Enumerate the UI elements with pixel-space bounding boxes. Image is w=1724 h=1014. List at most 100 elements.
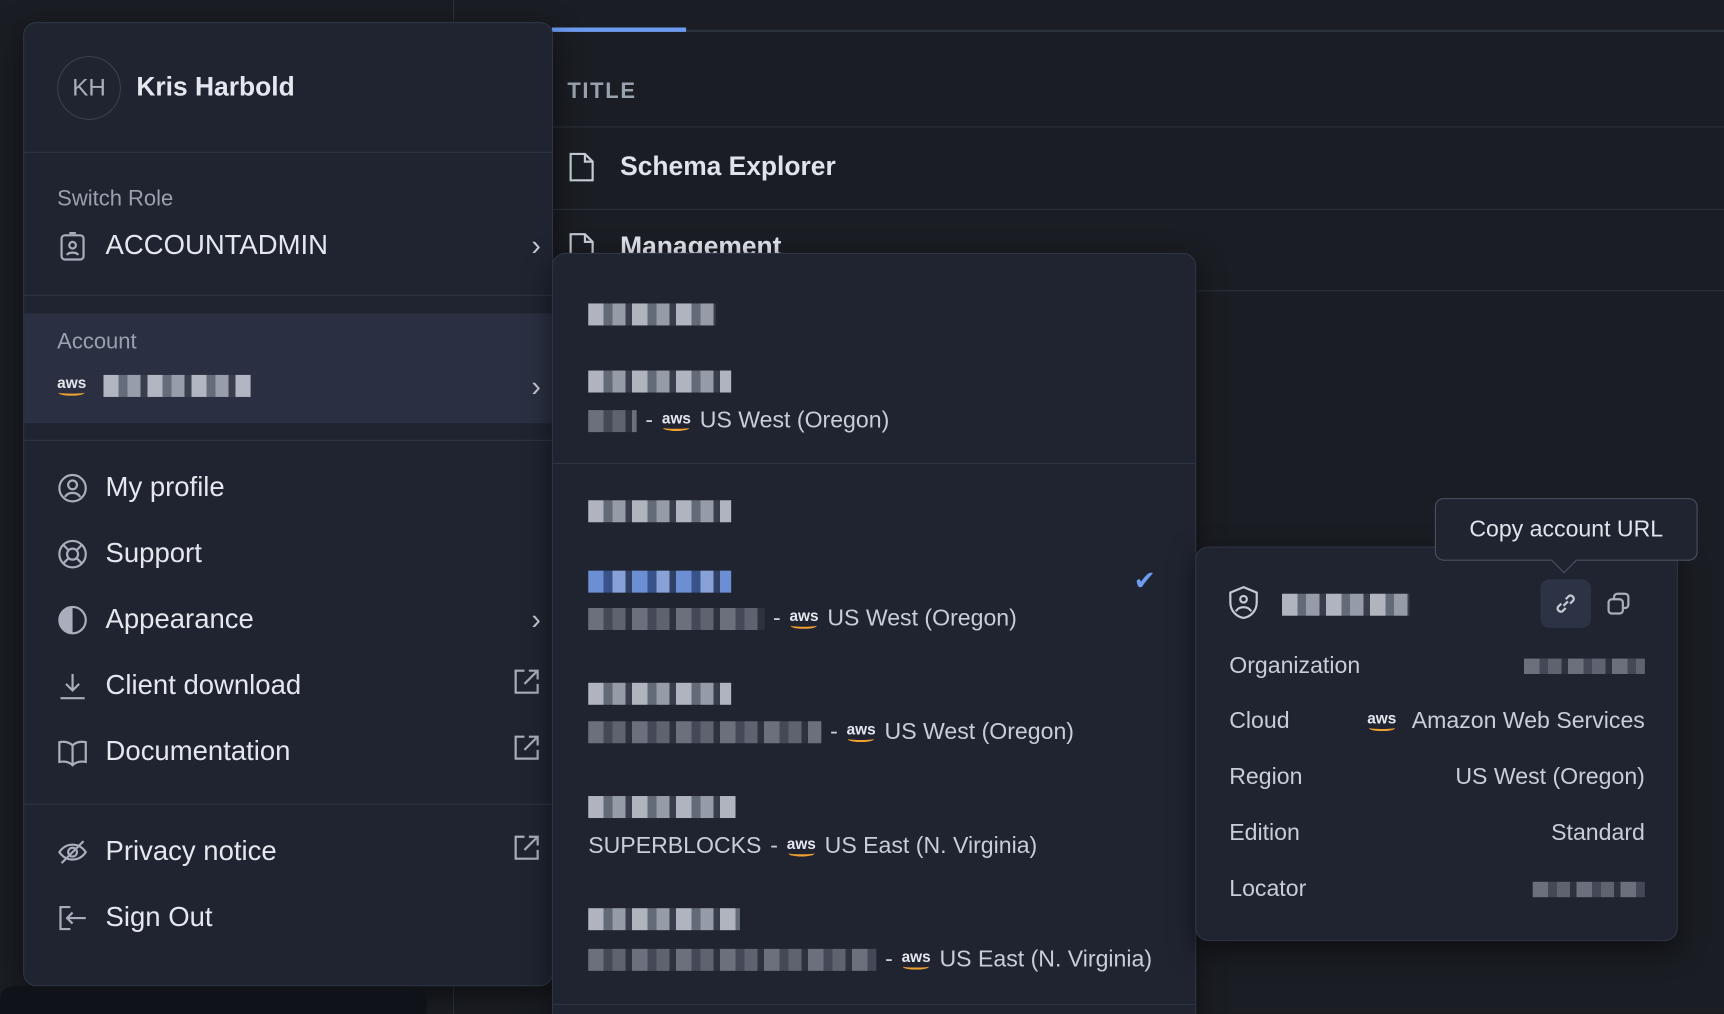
eye-off-icon bbox=[57, 836, 88, 867]
copy-icon bbox=[1607, 592, 1630, 615]
account-selector[interactable]: Account aws › bbox=[24, 313, 552, 424]
external-link-icon bbox=[512, 733, 541, 769]
link-icon bbox=[1556, 594, 1575, 613]
account-list: - aws US West (Oregon) ✔ - aws US West (Or… bbox=[551, 252, 1197, 1014]
redacted-account-name bbox=[1282, 593, 1410, 616]
menu-item-client-download[interactable]: Client download bbox=[57, 669, 539, 702]
account-detail: - aws US West (Oregon) bbox=[588, 719, 1074, 745]
divider bbox=[24, 803, 552, 805]
external-link-icon bbox=[512, 833, 541, 869]
account-region: US East (N. Virginia) bbox=[939, 946, 1153, 972]
field-label: Region bbox=[1229, 764, 1303, 790]
redacted-value bbox=[1532, 881, 1645, 898]
user-menu: KH Kris Harbold Switch Role ACCOUNTADMIN… bbox=[23, 21, 554, 987]
menu-item-appearance[interactable]: Appearance › bbox=[57, 603, 541, 636]
chevron-right-icon: › bbox=[531, 602, 541, 636]
switch-role-label: Switch Role bbox=[57, 186, 174, 212]
chevron-right-icon: › bbox=[531, 228, 541, 262]
field-value: US West (Oregon) bbox=[1455, 764, 1645, 790]
aws-logo-icon: aws bbox=[789, 608, 819, 629]
external-link-icon bbox=[512, 667, 541, 703]
account-option[interactable] bbox=[588, 908, 740, 935]
field-value: Amazon Web Services bbox=[1411, 708, 1645, 734]
account-region: US West (Oregon) bbox=[699, 407, 890, 434]
field-organization: Organization bbox=[1229, 653, 1645, 679]
field-locator: Locator bbox=[1229, 876, 1645, 902]
role-value: ACCOUNTADMIN bbox=[105, 229, 328, 261]
account-value: aws › bbox=[57, 369, 541, 402]
divider bbox=[551, 208, 1724, 211]
download-icon bbox=[57, 670, 88, 701]
active-tab-indicator[interactable] bbox=[551, 27, 687, 32]
divider bbox=[24, 151, 552, 153]
menu-item-label: My profile bbox=[105, 471, 225, 503]
copy-url-button[interactable] bbox=[1540, 579, 1591, 628]
aws-logo-icon: aws bbox=[902, 949, 931, 970]
field-cloud: Cloud aws Amazon Web Services bbox=[1229, 708, 1645, 734]
tab-bar bbox=[551, 29, 1724, 32]
account-option[interactable] bbox=[588, 370, 732, 398]
footer-user-chip[interactable] bbox=[0, 986, 427, 1014]
divider bbox=[24, 294, 552, 296]
menu-item-privacy-notice[interactable]: Privacy notice bbox=[57, 835, 539, 868]
redacted-org bbox=[588, 721, 822, 744]
menu-item-label: Privacy notice bbox=[105, 835, 277, 867]
contrast-icon bbox=[57, 604, 88, 635]
redacted-account-name bbox=[588, 570, 732, 593]
account-region: US East (N. Virginia) bbox=[824, 833, 1038, 859]
menu-item-support[interactable]: Support bbox=[57, 538, 519, 570]
field-label: Locator bbox=[1229, 876, 1307, 902]
divider bbox=[24, 439, 552, 441]
redacted-org bbox=[588, 948, 877, 971]
field-label: Edition bbox=[1229, 820, 1300, 846]
field-label: Cloud bbox=[1229, 708, 1290, 734]
account-region: US West (Oregon) bbox=[827, 605, 1017, 632]
account-option[interactable] bbox=[588, 796, 736, 823]
redacted-org bbox=[588, 608, 765, 631]
menu-item-documentation[interactable]: Documentation bbox=[57, 735, 539, 768]
redacted-account-name bbox=[103, 374, 252, 397]
account-detail: SUPERBLOCKS - aws US East (N. Virginia) bbox=[588, 833, 1038, 859]
account-detail: - aws US East (N. Virginia) bbox=[588, 947, 1152, 973]
table-row[interactable]: Schema Explorer bbox=[567, 152, 836, 183]
switch-role-button[interactable]: ACCOUNTADMIN › bbox=[57, 229, 541, 262]
account-org: SUPERBLOCKS bbox=[588, 833, 762, 859]
account-option-selected[interactable] bbox=[588, 570, 732, 598]
redacted-org-name bbox=[588, 500, 732, 523]
redacted-account-name bbox=[588, 796, 736, 819]
book-icon bbox=[57, 736, 88, 767]
user-circle-icon bbox=[57, 472, 88, 503]
aws-logo-icon: aws bbox=[787, 836, 816, 857]
menu-item-sign-out[interactable]: Sign Out bbox=[57, 902, 519, 934]
avatar: KH bbox=[57, 56, 121, 120]
copy-button[interactable] bbox=[1593, 579, 1644, 627]
menu-item-my-profile[interactable]: My profile bbox=[57, 472, 519, 504]
redacted-account-name bbox=[588, 370, 732, 393]
menu-item-label: Documentation bbox=[105, 735, 291, 767]
account-detail: - aws US West (Oregon) bbox=[588, 408, 889, 434]
menu-item-label: Sign Out bbox=[105, 901, 213, 933]
check-icon: ✔ bbox=[1133, 566, 1156, 596]
id-badge-icon bbox=[57, 230, 88, 261]
account-details-card: Organization Cloud aws Amazon Web Services… bbox=[1195, 546, 1678, 942]
field-value: Standard bbox=[1551, 820, 1645, 846]
redacted-org-name bbox=[588, 303, 716, 326]
field-edition: Edition Standard bbox=[1229, 820, 1645, 846]
menu-item-label: Client download bbox=[105, 669, 302, 701]
field-region: Region US West (Oregon) bbox=[1229, 764, 1645, 790]
account-detail: - aws US West (Oregon) bbox=[588, 606, 1017, 632]
account-option[interactable] bbox=[588, 682, 732, 710]
aws-logo-icon: aws bbox=[662, 410, 691, 432]
redacted-account-name bbox=[588, 682, 732, 705]
divider bbox=[553, 462, 1196, 464]
aws-logo-icon: aws bbox=[1367, 710, 1396, 732]
column-header-title: TITLE bbox=[567, 79, 637, 104]
aws-logo-icon: aws bbox=[57, 375, 86, 396]
account-label: Account bbox=[57, 329, 137, 355]
divider bbox=[551, 126, 1724, 128]
menu-item-label: Appearance bbox=[105, 603, 254, 635]
redacted-account-name bbox=[588, 908, 740, 931]
account-region: US West (Oregon) bbox=[884, 719, 1074, 745]
tooltip: Copy account URL bbox=[1434, 498, 1698, 561]
sign-out-icon bbox=[57, 902, 88, 933]
